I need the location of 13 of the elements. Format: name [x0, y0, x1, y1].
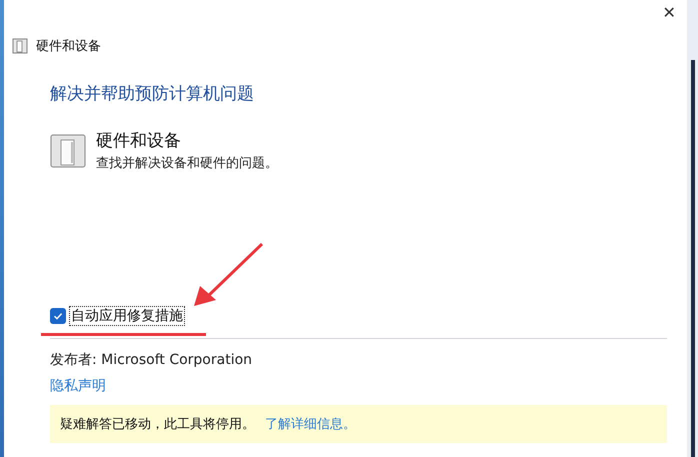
troubleshooter-description: 查找并解决设备和硬件的问题。 — [96, 155, 278, 172]
checkbox-label[interactable]: 自动应用修复措施 — [69, 306, 185, 326]
publisher-text: 发布者: Microsoft Corporation — [50, 351, 254, 369]
device-icon — [50, 134, 86, 168]
device-icon — [12, 38, 28, 54]
checkbox[interactable] — [50, 308, 66, 324]
window-title: 硬件和设备 — [36, 38, 101, 55]
privacy-link[interactable]: 隐私声明 — [50, 377, 106, 395]
heading: 解决并帮助预防计算机问题 — [50, 83, 255, 105]
troubleshooter-title: 硬件和设备 — [96, 130, 182, 152]
close-button[interactable]: ✕ — [651, 0, 687, 26]
learn-more-link[interactable]: 了解详细信息。 — [265, 415, 356, 433]
notice-text: 疑难解答已移动，此工具将停用。 — [60, 416, 255, 433]
